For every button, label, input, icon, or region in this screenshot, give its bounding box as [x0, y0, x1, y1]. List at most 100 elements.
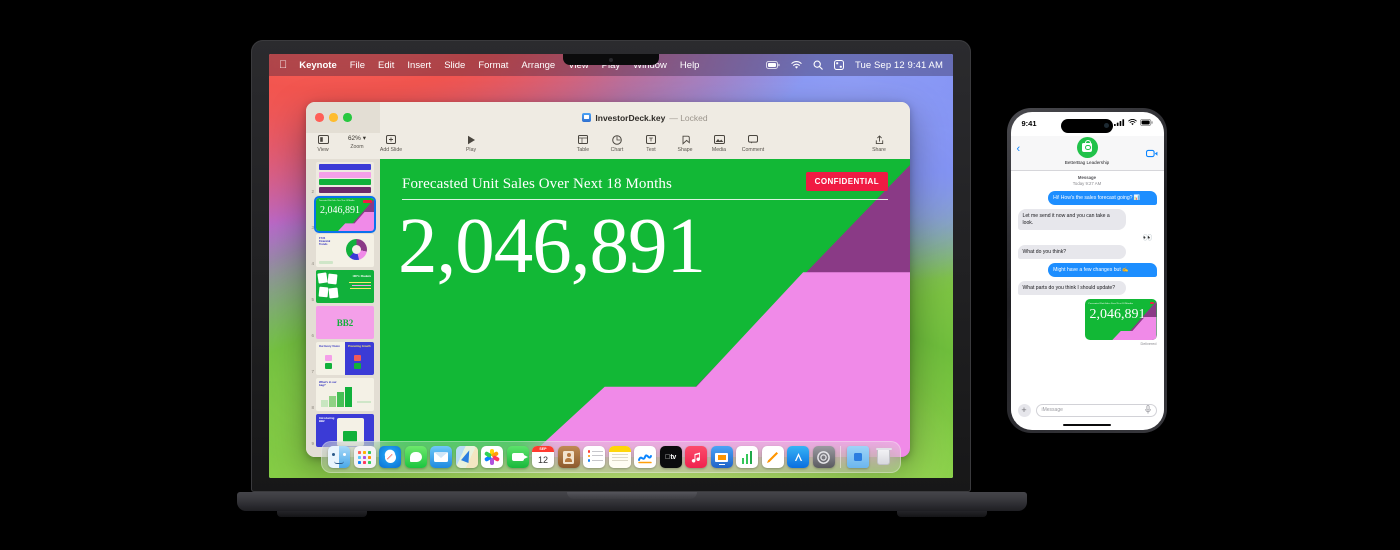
- menu-item-help[interactable]: Help: [680, 60, 700, 71]
- window-title: InvestorDeck.key: [595, 112, 666, 123]
- dock-item-maps[interactable]: [455, 446, 478, 468]
- slide-navigator[interactable]: 2 3 Forecasted Unit Sales Over Next 18 M…: [306, 159, 380, 457]
- dock-item-system-settings[interactable]: [812, 446, 835, 468]
- message-bubble-outgoing[interactable]: Might have a few changes but ✍️: [1048, 263, 1157, 278]
- slide-thumbnail-8[interactable]: 8 What's in our bag?: [309, 378, 377, 411]
- message-attachment-slide[interactable]: Forecasted Unit Sales Over Next 18 Month…: [1084, 299, 1157, 341]
- apple-logo-icon[interactable]: : [279, 59, 287, 71]
- message-bubble-incoming[interactable]: What do you think?: [1017, 245, 1126, 260]
- dock-item-reminders[interactable]: [583, 446, 605, 468]
- search-icon[interactable]: [813, 60, 823, 70]
- minimize-button[interactable]: [329, 113, 338, 122]
- toolbar-media-button[interactable]: Media: [702, 134, 736, 153]
- thumbnail-financial-trends[interactable]: FY24 Financial Trends: [316, 234, 374, 267]
- shape-icon: [680, 134, 690, 145]
- menu-item-keynote[interactable]: Keynote: [299, 60, 336, 71]
- thumbnail-materials[interactable]: 100% Modern: [316, 270, 374, 303]
- toolbar-add-slide-button[interactable]: Add Slide: [374, 134, 408, 153]
- menu-item-insert[interactable]: Insert: [407, 60, 431, 71]
- message-bubble-incoming[interactable]: What parts do you think I should update?: [1017, 281, 1126, 296]
- slide-canvas[interactable]: Forecasted Unit Sales Over Next 18 Month…: [380, 159, 910, 457]
- macbook-screen:  Keynote File Edit Insert Slide Format …: [269, 54, 953, 478]
- thumbnail-bb2-title[interactable]: BB2: [316, 306, 374, 339]
- message-bubble-outgoing[interactable]: Hi! How's the sales forecast going? 📊: [1048, 191, 1157, 206]
- close-button[interactable]: [315, 113, 324, 122]
- dock-item-launchpad[interactable]: [353, 446, 376, 468]
- message-thread[interactable]: Message Today 9:27 AM Hi! How's the sale…: [1011, 171, 1164, 399]
- dock-item-apple-tv[interactable]: tv: [659, 446, 682, 468]
- dock-item-music[interactable]: [685, 446, 707, 468]
- toolbar-media-label: Media: [711, 146, 727, 153]
- dock-item-notes[interactable]: [608, 446, 631, 468]
- microphone-icon[interactable]: [1144, 404, 1151, 416]
- slide-thumbnail-5[interactable]: 5 100% Modern: [309, 270, 377, 303]
- battery-icon[interactable]: [765, 61, 780, 69]
- betterbag-group-avatar[interactable]: [1076, 136, 1098, 158]
- toolbar-play-label: Play: [465, 146, 477, 153]
- thumbnail-forecast-selected[interactable]: Forecasted Unit Sales Over Next 18 Month…: [314, 196, 376, 233]
- slide-thumbnail-3[interactable]: 3 Forecasted Unit Sales Over Next 18 Mon…: [309, 196, 377, 233]
- traffic-lights[interactable]: [306, 102, 380, 133]
- dock-item-pages[interactable]: [761, 446, 784, 468]
- toolbar-zoom-control[interactable]: 62% ▾ Zoom: [340, 134, 374, 150]
- dock-item-photos[interactable]: [481, 446, 503, 468]
- dock-item-app-store[interactable]: [787, 446, 809, 468]
- dock-item-freeform[interactable]: [634, 446, 656, 468]
- thumbnail-metrics-bars[interactable]: [316, 162, 374, 195]
- slide-big-number[interactable]: 2,046,891: [398, 207, 706, 286]
- slide-thumbnail-7[interactable]: 7 Our Every Vision Promoting Growth: [309, 342, 377, 375]
- control-center-icon[interactable]: [833, 60, 844, 70]
- dock-item-safari[interactable]: [379, 446, 401, 468]
- dock-item-finder[interactable]: [328, 446, 350, 468]
- menu-item-file[interactable]: File: [350, 60, 365, 71]
- menu-item-slide[interactable]: Slide: [444, 60, 465, 71]
- dock-item-contacts[interactable]: [557, 446, 580, 468]
- dock-item-facetime[interactable]: [506, 446, 529, 468]
- slide-thumbnail-4[interactable]: 4 FY24 Financial Trends: [309, 234, 377, 267]
- toolbar-share-button[interactable]: Share: [862, 134, 896, 153]
- current-slide[interactable]: Forecasted Unit Sales Over Next 18 Month…: [380, 159, 910, 457]
- table-icon: [578, 134, 588, 145]
- dock-item-messages[interactable]: [404, 446, 427, 468]
- dock-item-mail[interactable]: [430, 446, 452, 468]
- conversation-title[interactable]: BetterBag Leadership: [1065, 160, 1109, 165]
- toolbar-play-button[interactable]: Play: [454, 134, 488, 153]
- menu-item-arrange[interactable]: Arrange: [521, 60, 555, 71]
- media-icon: [713, 134, 725, 145]
- message-bubble-incoming[interactable]: Let me send it now and you can take a lo…: [1017, 209, 1126, 231]
- slide-thumbnail-6[interactable]: 6 BB2: [309, 306, 377, 339]
- dock[interactable]: SEP 12 tv: [321, 441, 901, 473]
- plus-icon[interactable]: +: [1017, 403, 1031, 417]
- dock-item-keynote[interactable]: [710, 446, 733, 468]
- toolbar-comment-button[interactable]: Comment: [736, 134, 770, 153]
- toolbar-shape-button[interactable]: Shape: [668, 134, 702, 153]
- keynote-window[interactable]: InvestorDeck.key — Locked View 62% ▾ Zoom: [306, 102, 910, 457]
- back-chevron-icon[interactable]: ‹: [1017, 143, 1021, 155]
- facetime-video-icon[interactable]: [1145, 145, 1158, 163]
- confidential-badge[interactable]: CONFIDENTIAL: [805, 172, 888, 191]
- slide-number-label: 9: [311, 441, 314, 446]
- message-input-bar[interactable]: + iMessage: [1010, 398, 1164, 421]
- dock-item-downloads-folder[interactable]: [846, 446, 869, 468]
- menu-bar-clock[interactable]: Tue Sep 12 9:41 AM: [855, 60, 943, 71]
- toolbar-view-button[interactable]: View: [306, 134, 340, 153]
- dock-item-calendar[interactable]: SEP 12: [532, 446, 554, 468]
- zoom-button[interactable]: [343, 113, 352, 122]
- toolbar-chart-button[interactable]: Chart: [600, 134, 634, 153]
- window-subtitle: — Locked: [669, 112, 708, 123]
- wifi-icon[interactable]: [791, 60, 802, 70]
- dock-item-trash[interactable]: [872, 446, 894, 468]
- dock-item-numbers[interactable]: [736, 446, 758, 468]
- calendar-day-label: 12: [537, 455, 548, 465]
- tapback-eyes-icon[interactable]: 👀: [1018, 233, 1153, 242]
- thumbnail-vision-growth[interactable]: Our Every Vision Promoting Growth: [316, 342, 374, 375]
- slide-thumbnail-2[interactable]: 2: [309, 162, 377, 195]
- dynamic-island: [1061, 118, 1113, 133]
- toolbar-text-button[interactable]: Text: [634, 134, 668, 153]
- message-input-field[interactable]: iMessage: [1035, 403, 1157, 417]
- menu-item-edit[interactable]: Edit: [378, 60, 394, 71]
- keynote-toolbar[interactable]: View 62% ▾ Zoom Add Slide Play Table Cha…: [306, 133, 910, 159]
- menu-item-format[interactable]: Format: [478, 60, 508, 71]
- toolbar-table-button[interactable]: Table: [566, 134, 600, 153]
- thumbnail-whats-in-our-bag[interactable]: What's in our bag?: [316, 378, 374, 411]
